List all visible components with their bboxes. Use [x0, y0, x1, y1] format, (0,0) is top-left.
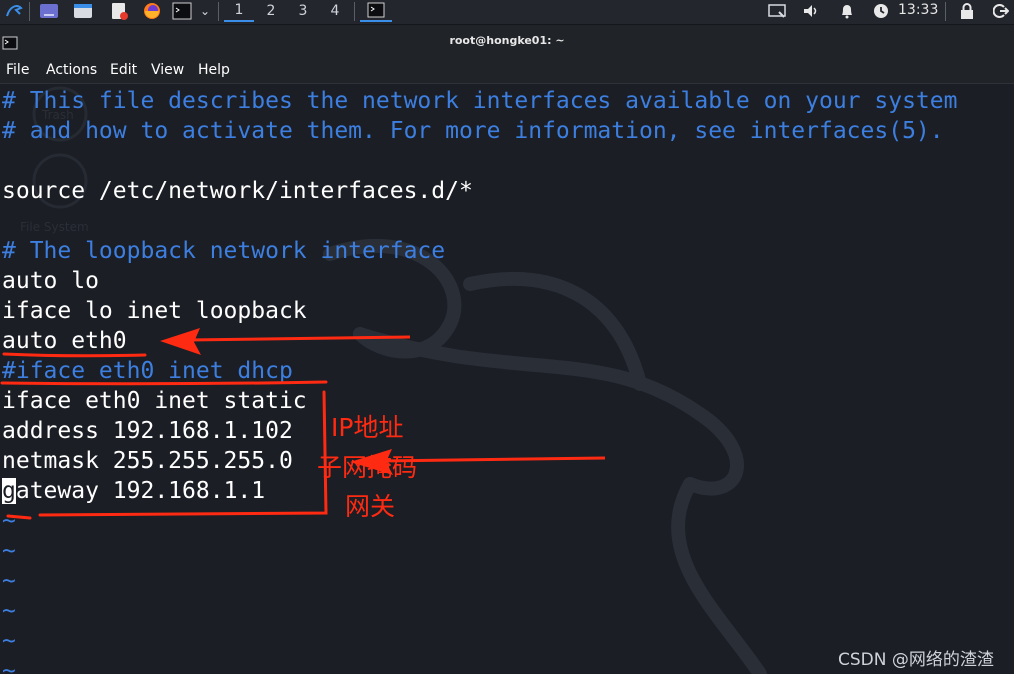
terminal-line: iface eth0 inet static	[2, 388, 307, 414]
annotation-subnet-mask: 子网掩码	[317, 453, 418, 482]
chevron-down-icon[interactable]: ⌄	[196, 0, 214, 22]
logout-icon[interactable]	[990, 0, 1012, 22]
kali-menu-icon[interactable]	[2, 0, 26, 22]
desktop-filesystem-label: File System	[20, 220, 89, 234]
workspace-2[interactable]: 2	[256, 0, 286, 22]
clock: 13:33	[898, 2, 939, 18]
file-manager-icon[interactable]	[70, 0, 96, 22]
empty-line-tilde: ~	[2, 508, 16, 534]
cursor-line-rest: ateway 192.168.1.1	[15, 478, 266, 504]
empty-line-tilde: ~	[2, 568, 16, 594]
terminal-line: # This file describes the network interf…	[2, 88, 958, 114]
menu-actions[interactable]: Actions	[46, 62, 97, 78]
annotation-ip-address: IP地址	[331, 413, 404, 442]
menu-help[interactable]: Help	[198, 62, 230, 78]
annotation-gateway: 网关	[345, 492, 396, 521]
menu-edit[interactable]: Edit	[110, 62, 137, 78]
text-cursor: g	[2, 478, 16, 504]
workspace-3[interactable]: 3	[288, 0, 318, 22]
terminal-line: #iface eth0 inet dhcp	[2, 358, 293, 384]
text-editor-icon[interactable]	[106, 0, 132, 22]
screen-icon[interactable]	[766, 0, 788, 22]
terminal-line: netmask 255.255.255.0	[2, 448, 293, 474]
terminal-line-cursor: gateway 192.168.1.1	[2, 476, 265, 506]
bell-icon[interactable]	[836, 0, 858, 22]
terminal-line: # The loopback network interface	[2, 238, 446, 264]
workspace-1[interactable]: 1	[224, 0, 254, 22]
csdn-watermark: CSDN @网络的渣渣	[838, 650, 994, 670]
terminal-line: # and how to activate them. For more inf…	[2, 118, 944, 144]
workspace-4[interactable]: 4	[320, 0, 350, 22]
terminal-line: iface lo inet loopback	[2, 298, 307, 324]
menu-bar: File Actions Edit View Help	[0, 59, 1014, 84]
desktop-icon[interactable]	[36, 0, 62, 22]
window-title: root@hongke01: ~	[449, 34, 565, 47]
empty-line-tilde: ~	[2, 538, 16, 564]
menu-file[interactable]: File	[6, 62, 29, 78]
volume-icon[interactable]	[800, 0, 822, 22]
terminal-line: address 192.168.1.102	[2, 418, 293, 444]
terminal-icon[interactable]	[170, 0, 194, 22]
terminal-line: source /etc/network/interfaces.d/*	[2, 178, 473, 204]
power-status-icon[interactable]	[870, 0, 892, 22]
window-titlebar[interactable]: root@hongke01: ~	[0, 25, 1014, 59]
empty-line-tilde: ~	[2, 628, 16, 654]
terminal-area[interactable]: Trash File System # This file describes …	[0, 84, 1014, 674]
menu-view[interactable]: View	[151, 62, 184, 78]
empty-line-tilde: ~	[2, 598, 16, 624]
firefox-icon[interactable]	[140, 0, 164, 22]
terminal-window-icon[interactable]	[360, 0, 392, 22]
lock-icon[interactable]	[956, 0, 978, 22]
terminal-line: auto lo	[2, 268, 99, 294]
empty-line-tilde: ~	[2, 658, 16, 674]
top-panel: ⌄ 1 2 3 4 13:33	[0, 0, 1014, 25]
terminal-line: auto eth0	[2, 328, 127, 354]
